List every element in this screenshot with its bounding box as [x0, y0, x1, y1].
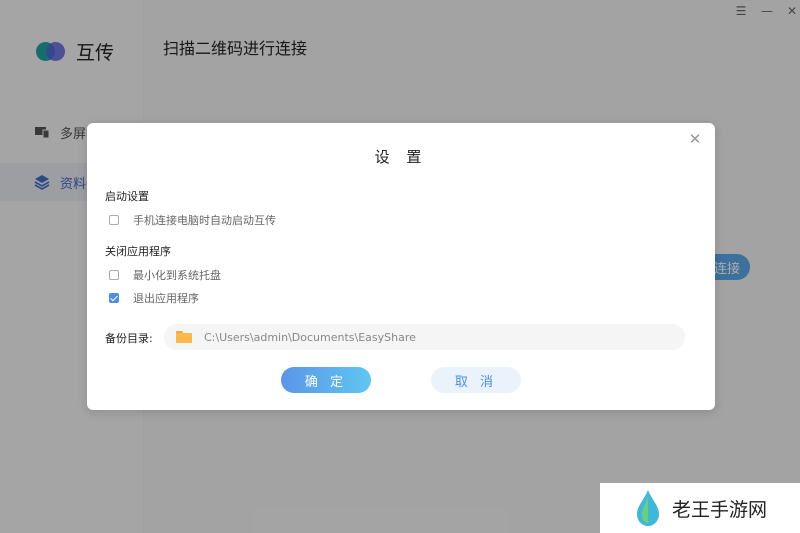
watermark: 老王手游网: [600, 483, 800, 533]
watermark-text: 老王手游网: [672, 498, 768, 521]
option-label: 手机连接电脑时自动启动互传: [133, 214, 276, 227]
confirm-button[interactable]: 确 定: [281, 367, 371, 393]
auto-launch-checkbox[interactable]: [109, 215, 119, 225]
water-drop-logo-icon: [637, 490, 659, 526]
close-section-heading: 关闭应用程序: [105, 245, 171, 258]
folder-icon: [176, 331, 192, 343]
exit-app-option[interactable]: 退出应用程序: [109, 290, 199, 306]
startup-auto-launch-option[interactable]: 手机连接电脑时自动启动互传: [109, 212, 276, 228]
backup-dir-field[interactable]: C:\Users\admin\Documents\EasyShare: [164, 324, 685, 350]
cancel-button[interactable]: 取 消: [431, 367, 521, 393]
minimize-to-tray-option[interactable]: 最小化到系统托盘: [109, 267, 221, 283]
minimize-to-tray-checkbox[interactable]: [109, 270, 119, 280]
backup-dir-label: 备份目录:: [105, 332, 153, 345]
backup-dir-path: C:\Users\admin\Documents\EasyShare: [204, 330, 416, 344]
exit-app-checkbox[interactable]: [109, 293, 119, 303]
startup-section-heading: 启动设置: [105, 190, 149, 203]
option-label: 最小化到系统托盘: [133, 269, 221, 282]
option-label: 退出应用程序: [133, 292, 199, 305]
dialog-close-icon[interactable]: ✕: [685, 129, 705, 149]
dialog-title: 设 置: [374, 148, 428, 166]
settings-dialog: 设 置 ✕ 启动设置 手机连接电脑时自动启动互传 关闭应用程序 最小化到系统托盘…: [87, 123, 715, 410]
